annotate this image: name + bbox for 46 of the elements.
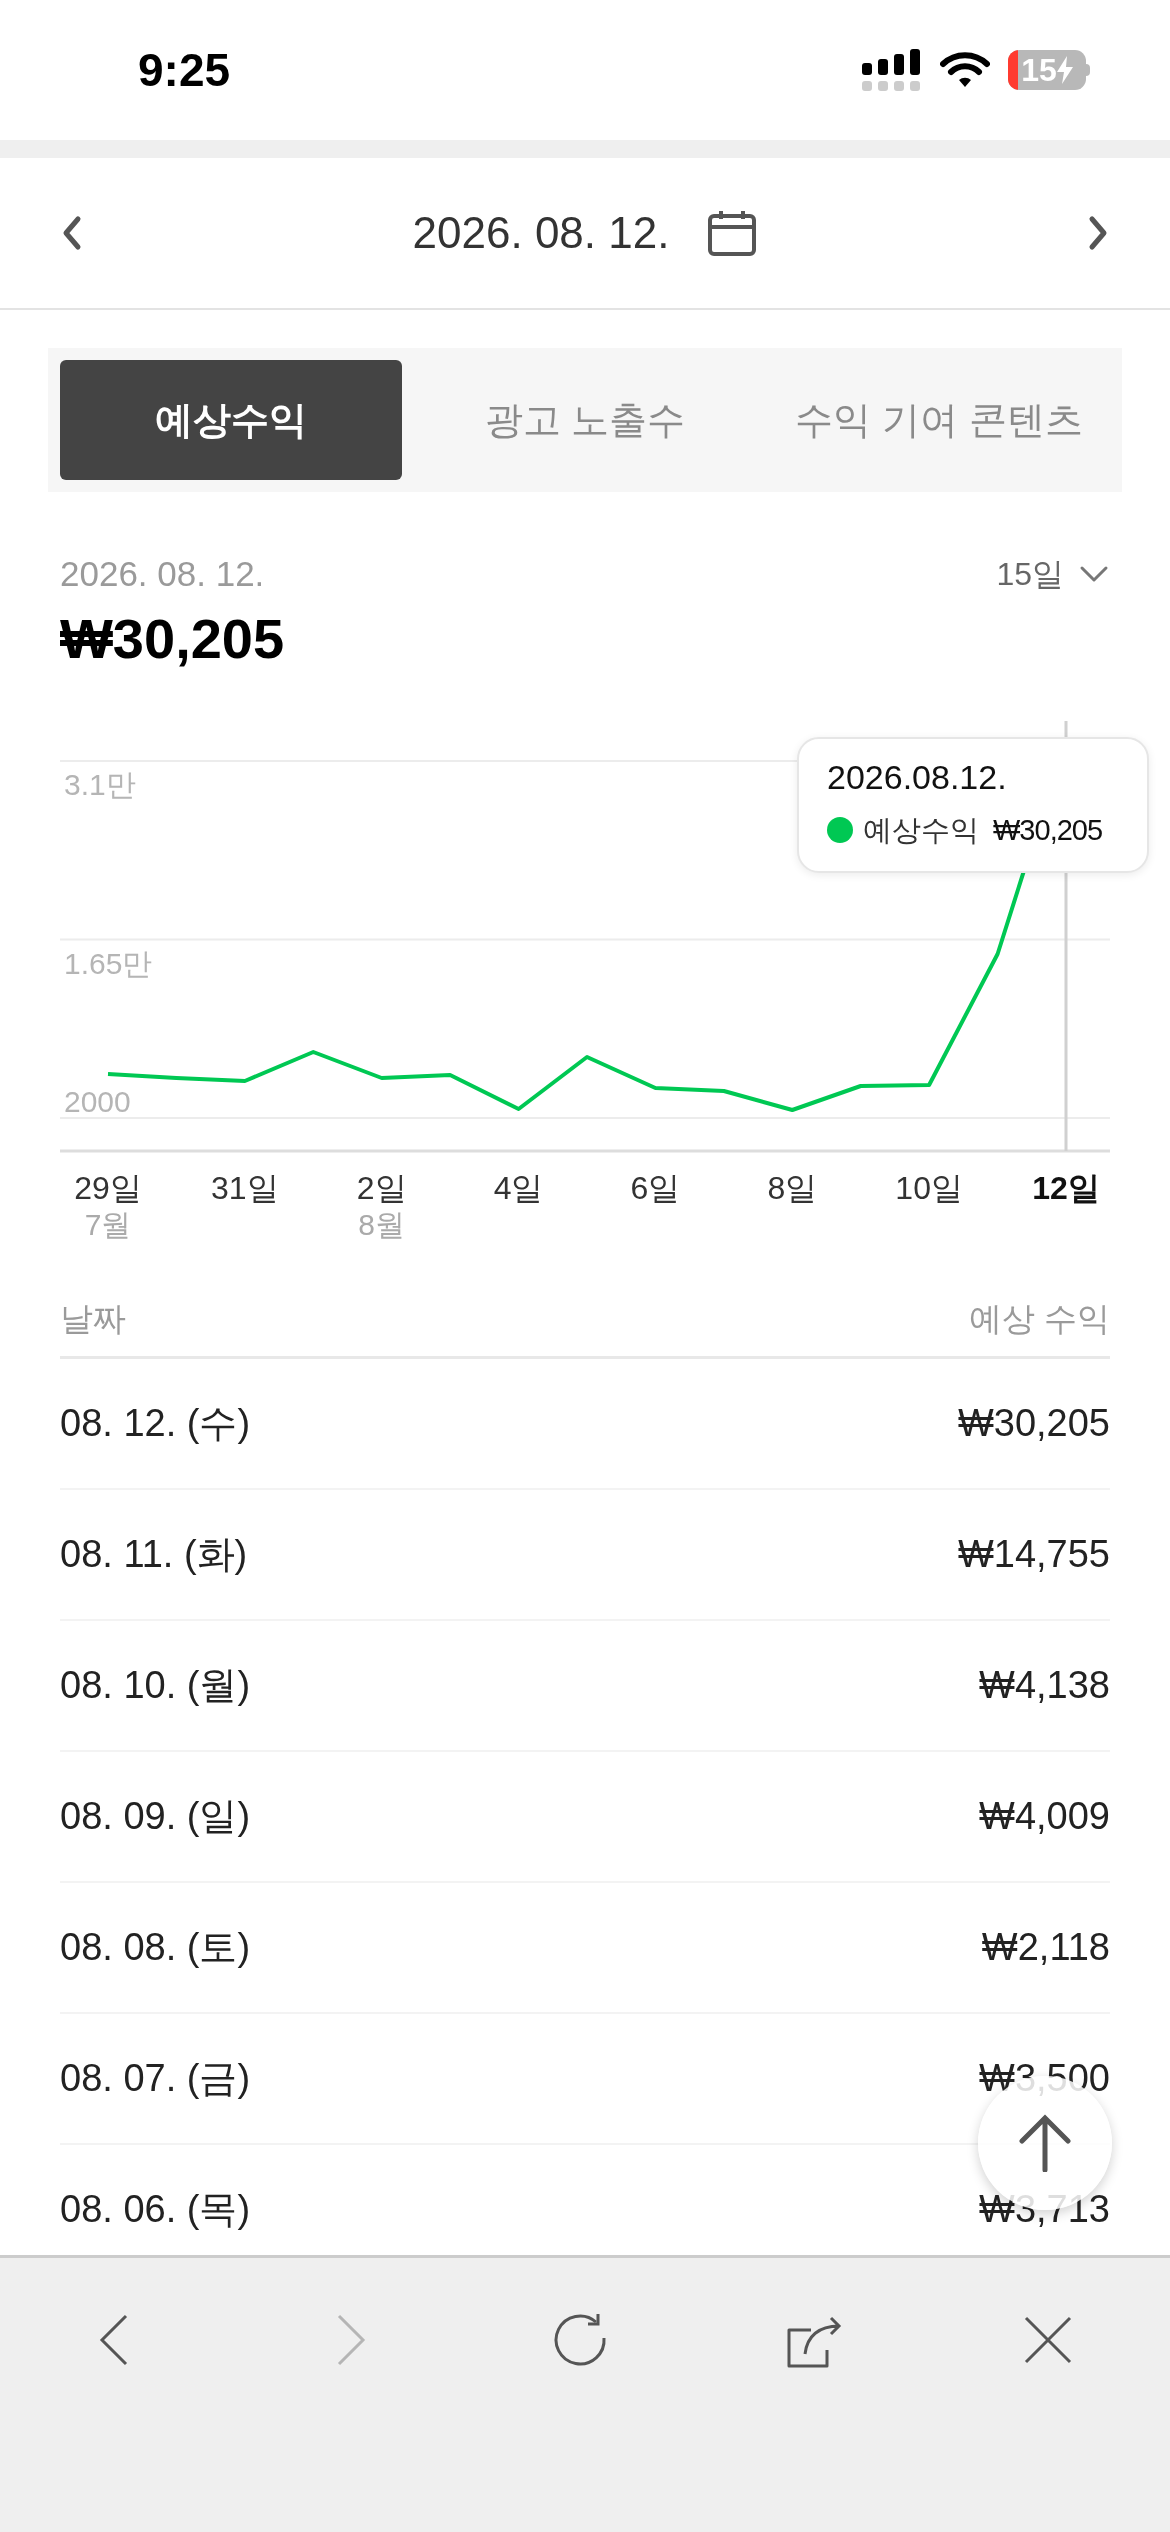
table-cell-text: ₩30,205 [957, 1400, 1110, 1446]
summary-amount: ₩30,205 [60, 605, 286, 672]
x-axis-label: 10일 [895, 1169, 963, 1206]
x-axis-label: 31일 [211, 1169, 279, 1206]
tooltip-value: ₩30,205 [993, 812, 1103, 848]
table-cell-text: 08. 12. (수) [60, 1400, 251, 1446]
table-cell-text: 08. 08. (토) [60, 1924, 251, 1970]
table-cell-text: ₩14,755 [957, 1531, 1110, 1577]
table-cell-text: 08. 11. (화) [60, 1531, 248, 1577]
column-header: 예상 수익 [968, 1299, 1110, 1340]
column-header: 날짜 [60, 1299, 126, 1340]
table-cell-text: 08. 06. (목) [60, 2186, 251, 2232]
selected-date[interactable]: 2026. 08. 12. [412, 200, 670, 266]
x-axis-label: 29일 [74, 1169, 142, 1206]
battery-level: 15 [1021, 54, 1057, 86]
tooltip-series-name: 예상수익 [863, 812, 979, 848]
summary-date: 2026. 08. 12. [60, 553, 265, 595]
signal-icon [862, 49, 922, 91]
y-axis-label: 3.1만 [64, 767, 136, 801]
month-label: 8월 [358, 1207, 406, 1241]
x-axis-label: 8일 [767, 1169, 818, 1206]
x-axis-label: 6일 [630, 1169, 681, 1206]
x-axis-label: 12일 [1032, 1169, 1100, 1206]
table-cell-text: 08. 09. (일) [60, 1793, 251, 1839]
month-label: 7월 [84, 1207, 132, 1241]
arrow-up-icon [1018, 2114, 1072, 2172]
table-cell-text: ₩2,118 [981, 1924, 1110, 1970]
wifi-icon [940, 51, 990, 89]
table-cell-text: ₩4,009 [979, 1793, 1110, 1839]
table-cell-text: 08. 10. (월) [60, 1662, 251, 1708]
table-cell-text: ₩3,500 [979, 2055, 1110, 2101]
x-axis-label: 4일 [493, 1169, 544, 1206]
tab[interactable]: 광고 노출수 [414, 360, 756, 480]
tab[interactable]: 예상수익 [60, 360, 402, 480]
x-axis-label: 2일 [356, 1169, 407, 1206]
status-time: 9:25 [138, 42, 231, 98]
tooltip-date: 2026.08.12. [827, 756, 1008, 798]
y-axis-label: 1.65만 [64, 946, 153, 979]
period-dropdown[interactable]: 15일 [996, 550, 1110, 599]
table-cell-text: 08. 07. (금) [60, 2055, 251, 2101]
calendar-icon[interactable] [707, 209, 758, 257]
y-axis-label: 2000 [64, 1084, 131, 1118]
battery-fill [1008, 50, 1018, 90]
table-cell-text: ₩4,138 [979, 1662, 1110, 1708]
table-cell-text: ₩3,713 [979, 2186, 1110, 2232]
tab[interactable]: 수익 기여 콘텐츠 [768, 360, 1110, 480]
